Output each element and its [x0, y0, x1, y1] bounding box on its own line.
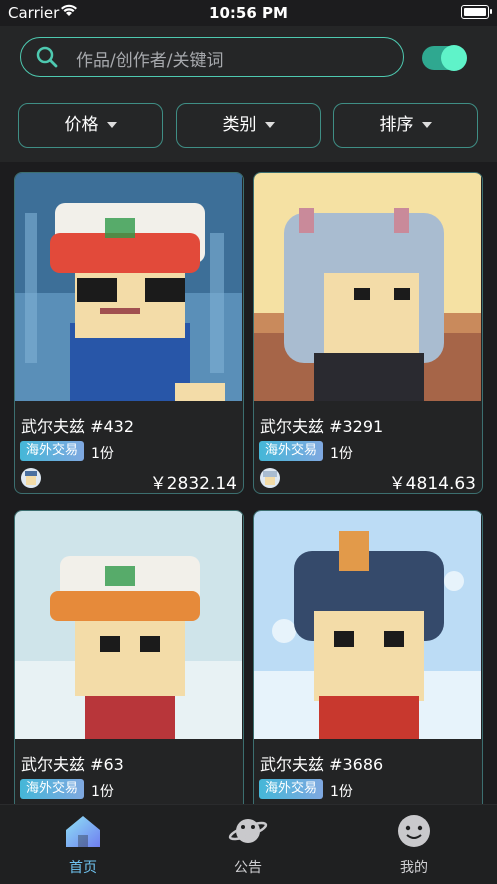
price-filter-button[interactable]: 价格 [18, 103, 163, 148]
price-filter-label: 价格 [64, 115, 99, 135]
search-placeholder: 作品/创作者/关键词 [76, 51, 224, 71]
product-card[interactable]: 武尔夫兹 #3291 海外交易 1份 ￥4814.63 [253, 172, 483, 494]
search-input[interactable]: 作品/创作者/关键词 [20, 37, 404, 77]
chevron-down-icon [106, 122, 117, 128]
smiley-icon [398, 815, 430, 847]
overseas-trade-badge: 海外交易 [259, 441, 324, 461]
product-name: 武尔夫兹 #3686 [260, 755, 384, 774]
home-icon [66, 816, 100, 847]
product-card[interactable]: 武尔夫兹 #3686 海外交易 1份 [253, 510, 483, 804]
artwork-image [15, 173, 242, 401]
artwork-image [254, 173, 481, 401]
sort-filter-button[interactable]: 排序 [333, 103, 478, 148]
artwork-image [15, 511, 242, 739]
tab-bar: 首页 公告 我的 [0, 804, 497, 884]
quantity-label: 1份 [91, 446, 114, 462]
creator-avatar [260, 468, 280, 488]
product-name: 武尔夫兹 #432 [21, 417, 135, 436]
tab-profile[interactable]: 我的 [364, 813, 464, 877]
tab-announcements[interactable]: 公告 [198, 813, 298, 877]
quantity-label: 1份 [91, 784, 114, 800]
search-icon [36, 46, 58, 68]
category-filter-button[interactable]: 类别 [176, 103, 321, 148]
product-card[interactable]: 武尔夫兹 #432 海外交易 1份 ￥2832.14 [14, 172, 244, 494]
mode-toggle[interactable] [422, 45, 467, 71]
overseas-trade-badge: 海外交易 [259, 779, 324, 799]
planet-icon [228, 819, 268, 843]
category-filter-label: 类别 [222, 115, 257, 135]
artwork-image [254, 511, 481, 739]
chevron-down-icon [264, 122, 275, 128]
quantity-label: 1份 [330, 784, 353, 800]
product-card[interactable]: 武尔夫兹 #63 海外交易 1份 [14, 510, 244, 804]
price-label: ￥2832.14 [149, 474, 237, 494]
product-grid: 武尔夫兹 #432 海外交易 1份 ￥2832.14 武尔夫兹 #3291 海外… [0, 162, 497, 804]
status-bar: Carrier 10:56 PM [0, 0, 497, 26]
toggle-knob [441, 45, 467, 71]
battery-icon [461, 5, 492, 19]
clock: 10:56 PM [209, 4, 288, 22]
sort-filter-label: 排序 [379, 115, 414, 135]
tab-announcements-label: 公告 [234, 860, 262, 876]
header: 作品/创作者/关键词 价格 类别 排序 [0, 26, 497, 162]
product-name: 武尔夫兹 #63 [21, 755, 124, 774]
quantity-label: 1份 [330, 446, 353, 462]
overseas-trade-badge: 海外交易 [20, 441, 85, 461]
tab-home[interactable]: 首页 [33, 813, 133, 877]
tab-profile-label: 我的 [400, 860, 428, 876]
chevron-down-icon [421, 122, 432, 128]
product-name: 武尔夫兹 #3291 [260, 417, 384, 436]
overseas-trade-badge: 海外交易 [20, 779, 85, 799]
creator-avatar [21, 468, 41, 488]
price-label: ￥4814.63 [388, 474, 476, 494]
tab-home-label: 首页 [69, 860, 97, 876]
